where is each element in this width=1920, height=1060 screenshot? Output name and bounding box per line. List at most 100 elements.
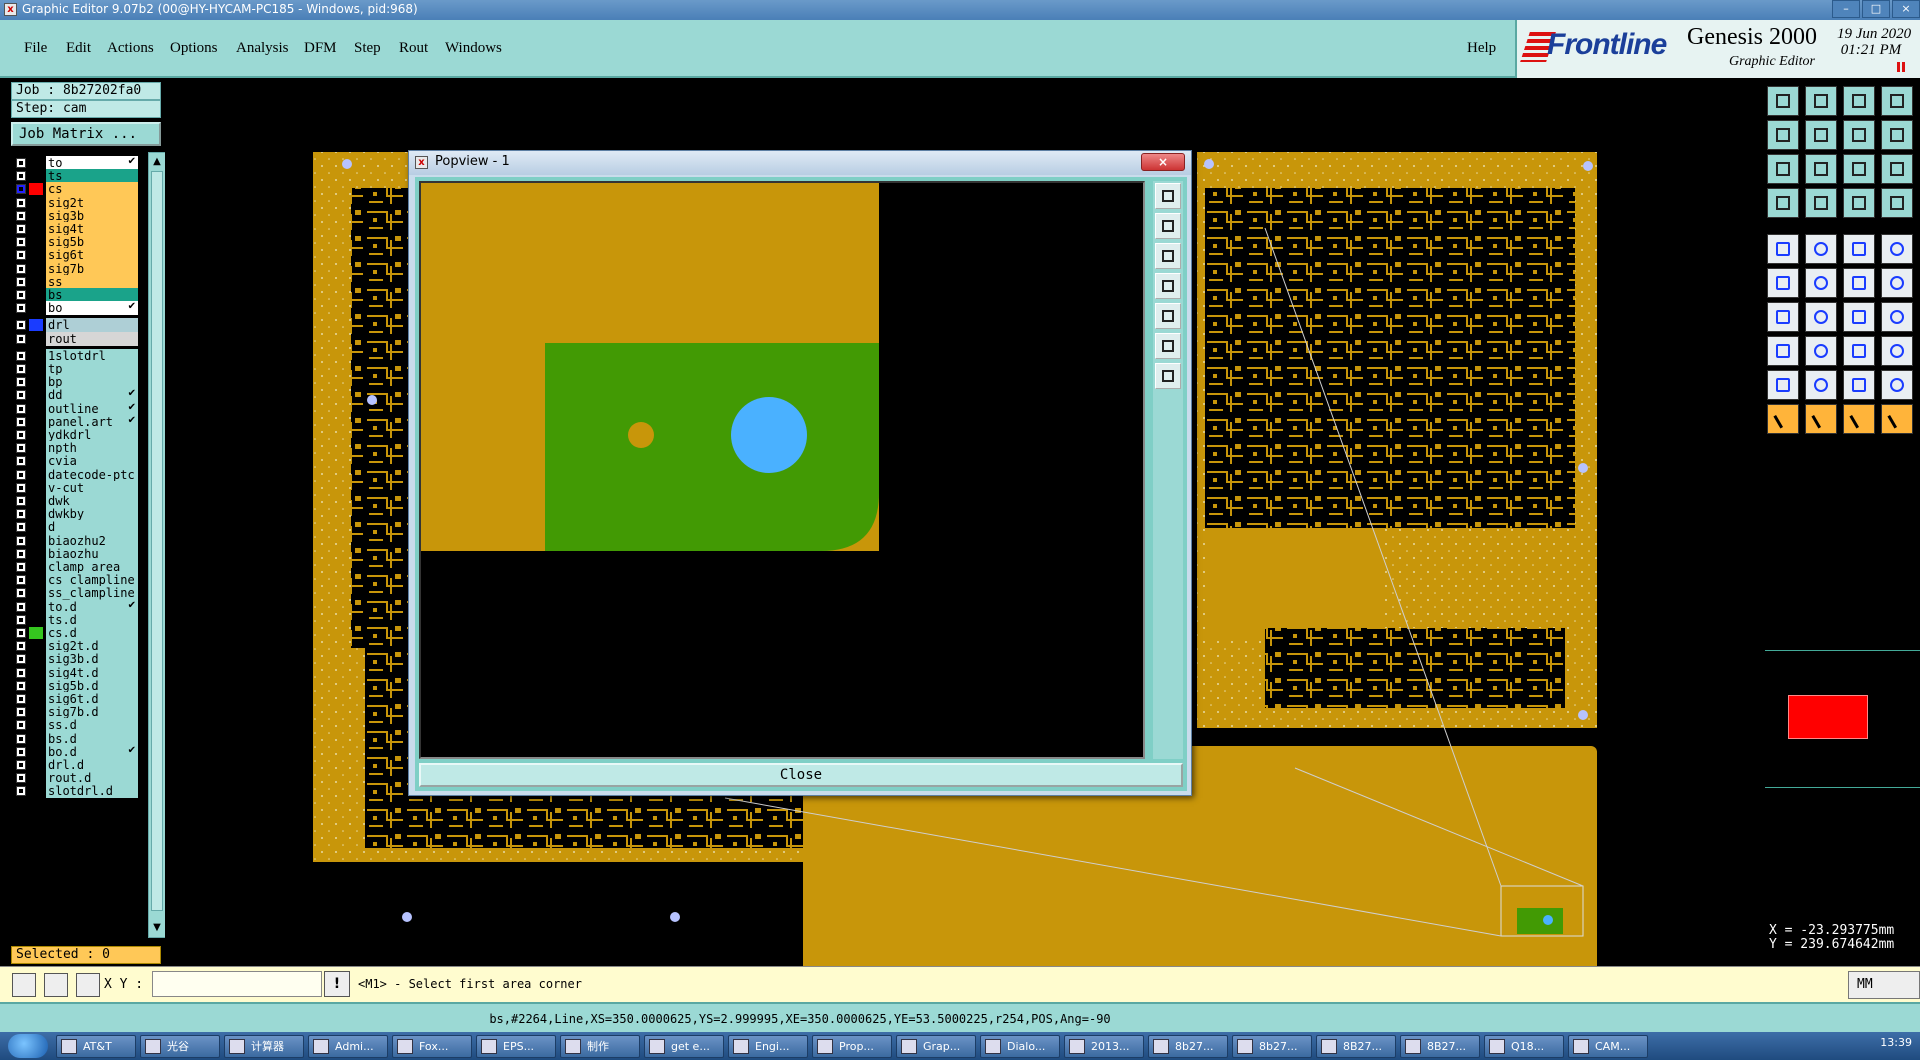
pad-icon[interactable] [1881,234,1913,264]
menu-step[interactable]: Step [354,40,381,57]
layer-checkbox[interactable] [16,333,26,344]
layer-checkbox[interactable] [16,641,26,652]
layer-checkbox[interactable] [16,614,26,625]
layer-row-sig5b-d[interactable]: sig5b.d [12,678,140,693]
layer-checkbox[interactable] [16,667,26,678]
layer-checkbox[interactable] [16,276,26,287]
taskbar-item[interactable]: get e... [644,1035,724,1058]
layer-row-drl[interactable]: drl [12,318,140,333]
layer-row-outline[interactable]: outline ✔ [12,401,140,416]
layer-row-dd[interactable]: dd ✔ [12,388,140,403]
layer-checkbox[interactable] [16,184,26,195]
menu-rout[interactable]: Rout [399,40,428,57]
layer-row-to[interactable]: to ✔ [12,156,140,170]
popview-center-icon[interactable] [1155,363,1181,389]
layer-row-biaozhu[interactable]: biaozhu [12,546,140,561]
copy-icon[interactable] [1881,404,1913,434]
rotate-icon[interactable] [1843,404,1875,434]
popview-zoom-out-icon[interactable] [1155,243,1181,269]
layer-row-clamp-area[interactable]: clamp_area [12,560,140,574]
taskbar-item[interactable]: CAM... [1568,1035,1648,1058]
link-icon[interactable] [1843,268,1875,298]
layer-checkbox[interactable] [16,263,26,274]
overview-map[interactable] [1765,650,1920,788]
layer-checkbox[interactable] [16,303,26,314]
layer-checkbox[interactable] [16,237,26,248]
layer-checkbox[interactable] [16,694,26,704]
units-selector[interactable]: MM [1848,971,1920,999]
taskbar-item[interactable]: Grap... [896,1035,976,1058]
redraw-icon[interactable] [1881,120,1913,150]
taskbar-item[interactable]: 8b27... [1148,1035,1228,1058]
layer-row-drl-d[interactable]: drl.d [12,758,140,772]
layer-checkbox[interactable] [16,430,26,440]
layer-checkbox[interactable] [16,562,26,572]
taskbar-item[interactable]: Dialo... [980,1035,1060,1058]
layer-checkbox[interactable] [16,364,26,374]
scroll-up-icon[interactable]: ▲ [151,155,163,169]
layer-checkbox[interactable] [16,443,26,454]
layer-checkbox[interactable] [16,496,26,506]
layer-checkbox[interactable] [16,773,26,784]
popview-close-button[interactable]: Close [419,763,1183,787]
arc-outline-icon[interactable] [1843,370,1875,400]
probe-icon[interactable] [1881,268,1913,298]
pan-icon[interactable] [1843,120,1875,150]
fit-screen-icon[interactable] [1767,154,1799,184]
layer-row-bo[interactable]: bo ✔ [12,301,140,316]
layer-checkbox[interactable] [16,707,26,718]
maximize-button[interactable]: □ [1862,0,1890,18]
job-matrix-button[interactable]: Job Matrix ... [11,122,161,146]
taskbar-item[interactable]: EPS... [476,1035,556,1058]
ruler-icon[interactable] [1843,234,1875,264]
taskbar-item[interactable]: 8B27... [1316,1035,1396,1058]
layer-row-sig6t-d[interactable]: sig6t.d [12,692,140,706]
layer-checkbox[interactable] [16,224,26,234]
popview-zoom-left-icon[interactable] [1155,273,1181,299]
layer-row-v-cut[interactable]: v-cut [12,480,140,495]
layer-row-1slotdrl[interactable]: 1slotdrl [12,348,140,363]
layer-row-tp[interactable]: tp [12,362,140,376]
taskbar-item[interactable]: Admi... [308,1035,388,1058]
popview-zoom-home-icon[interactable] [1155,183,1181,209]
layer-checkbox[interactable] [16,482,26,493]
line-icon[interactable] [1805,302,1837,332]
layer-swap-icon[interactable] [1881,188,1913,218]
grid-icon[interactable] [76,973,100,997]
taskbar-item[interactable]: 8B27... [1400,1035,1480,1058]
taskbar-item[interactable]: Prop... [812,1035,892,1058]
menu-options[interactable]: Options [170,40,218,57]
layer-row-ts[interactable]: ts [12,169,140,184]
layer-row-datecode-ptc[interactable]: datecode-ptc [12,467,140,482]
layer-checkbox[interactable] [16,250,26,261]
layer-row-d[interactable]: d [12,520,140,535]
popview-close-icon[interactable]: × [1141,153,1185,171]
layer-checkbox[interactable] [16,390,26,401]
home-icon[interactable] [1843,86,1875,116]
layer-row-bp[interactable]: bp [12,375,140,390]
layer-row-dwk[interactable]: dwk [12,494,140,508]
layer-row-ts-d[interactable]: ts.d [12,612,140,627]
move-icon[interactable] [1805,404,1837,434]
snapshot-icon[interactable] [1767,188,1799,218]
scroll-down-icon[interactable]: ▼ [151,921,163,935]
popview-zoom-in-icon[interactable] [1155,213,1181,239]
layer-checkbox[interactable] [16,720,26,731]
layer-row-bs-d[interactable]: bs.d [12,731,140,746]
layer-row-sig3b-d[interactable]: sig3b.d [12,652,140,667]
layer-row-sig4t[interactable]: sig4t [12,222,140,236]
scale-one-icon[interactable] [1843,154,1875,184]
layer-checkbox[interactable] [16,158,26,168]
cross-icon[interactable] [1805,268,1837,298]
layer-row-sig6t[interactable]: sig6t [12,248,140,263]
layer-checkbox[interactable] [16,628,26,638]
text-icon[interactable] [1881,302,1913,332]
taskbar-item[interactable]: 计算器 [224,1035,304,1058]
layer-checkbox[interactable] [16,290,26,300]
layer-row-ss[interactable]: ss [12,274,140,289]
polygon-icon[interactable] [1767,370,1799,400]
minimize-button[interactable]: – [1832,0,1860,18]
taskbar-item[interactable]: 2013... [1064,1035,1144,1058]
layer-checkbox[interactable] [16,601,26,612]
layer-checkbox[interactable] [16,509,26,520]
